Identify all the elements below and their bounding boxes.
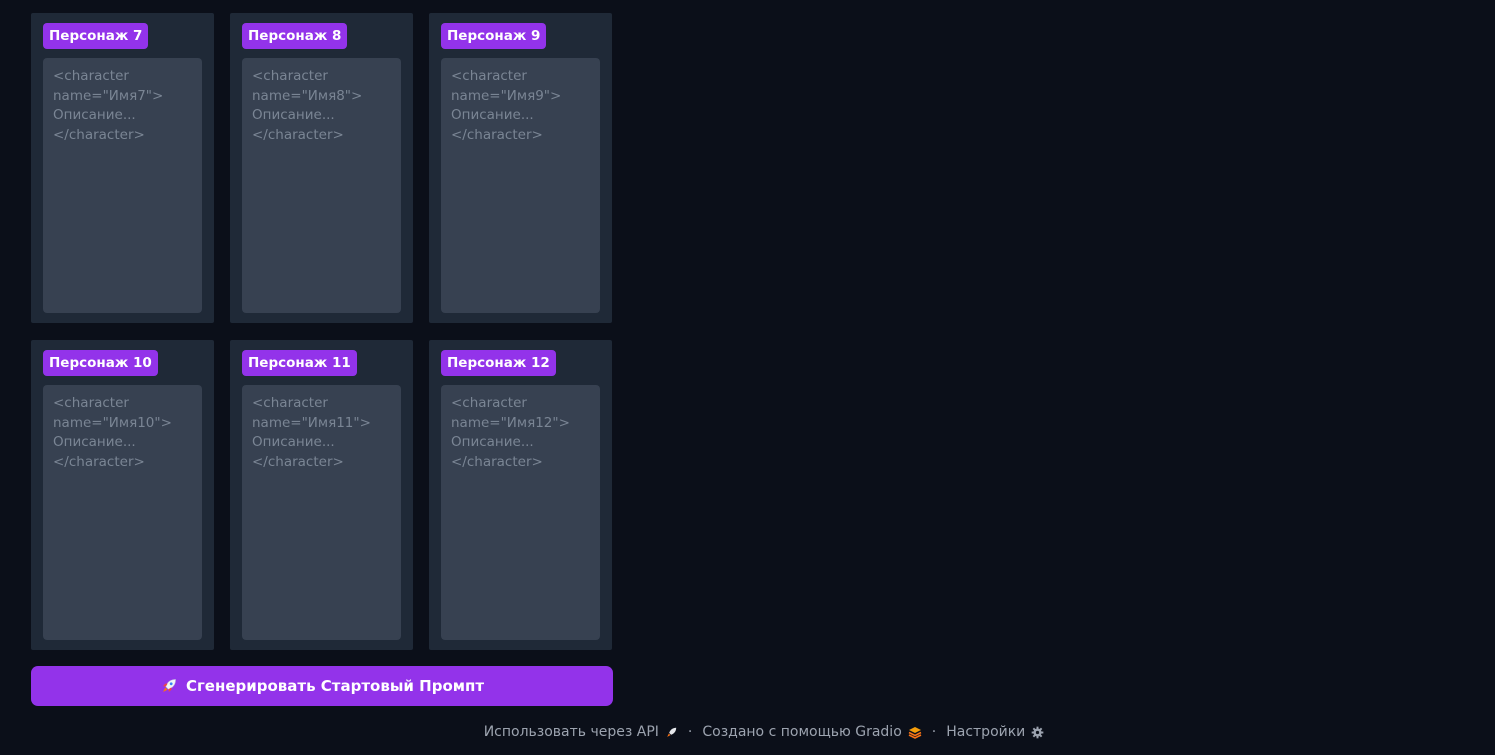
generate-prompt-button[interactable]: Сгенерировать Стартовый Промпт	[31, 666, 613, 706]
character-8-textarea[interactable]	[242, 58, 401, 313]
character-10-textarea[interactable]	[43, 385, 202, 640]
characters-row-1: Персонаж 7 Персонаж 8 Персонаж 9	[31, 13, 613, 323]
rocket-icon	[160, 677, 178, 695]
characters-grid: Персонаж 7 Персонаж 8 Персонаж 9 Персона…	[31, 13, 613, 667]
footer-gradio-link[interactable]: Создано с помощью Gradio	[702, 724, 922, 740]
character-card-8: Персонаж 8	[230, 13, 413, 323]
character-7-textarea[interactable]	[43, 58, 202, 313]
gradio-logo-icon	[908, 726, 922, 739]
character-label: Персонаж 8	[242, 23, 348, 49]
character-12-textarea[interactable]	[441, 385, 600, 640]
characters-row-2: Персонаж 10 Персонаж 11 Персонаж 12	[31, 340, 613, 650]
character-card-9: Персонаж 9	[429, 13, 612, 323]
character-label: Персонаж 12	[441, 350, 556, 376]
footer-api-link[interactable]: Использовать через API	[484, 724, 678, 740]
footer: Использовать через API · Создано с помощ…	[0, 721, 1495, 743]
generate-button-label: Сгенерировать Стартовый Промпт	[185, 677, 485, 695]
character-11-textarea[interactable]	[242, 385, 401, 640]
character-card-10: Персонаж 10	[31, 340, 214, 650]
character-card-7: Персонаж 7	[31, 13, 214, 323]
character-9-textarea[interactable]	[441, 58, 600, 313]
character-card-11: Персонаж 11	[230, 340, 413, 650]
character-label: Персонаж 7	[43, 23, 149, 49]
character-label: Персонаж 10	[43, 350, 158, 376]
rocket-icon	[665, 726, 678, 739]
character-label: Персонаж 9	[441, 23, 547, 49]
app-root: Персонаж 7 Персонаж 8 Персонаж 9 Персона…	[0, 0, 1495, 755]
character-card-12: Персонаж 12	[429, 340, 612, 650]
footer-api-label: Использовать через API	[483, 724, 659, 740]
gear-icon	[1031, 726, 1044, 739]
footer-gradio-label: Создано с помощью Gradio	[702, 724, 902, 740]
footer-separator: ·	[687, 724, 693, 740]
footer-settings-label: Настройки	[946, 724, 1026, 740]
character-label: Персонаж 11	[242, 350, 357, 376]
footer-settings-link[interactable]: Настройки	[946, 724, 1044, 740]
footer-separator: ·	[931, 724, 937, 740]
